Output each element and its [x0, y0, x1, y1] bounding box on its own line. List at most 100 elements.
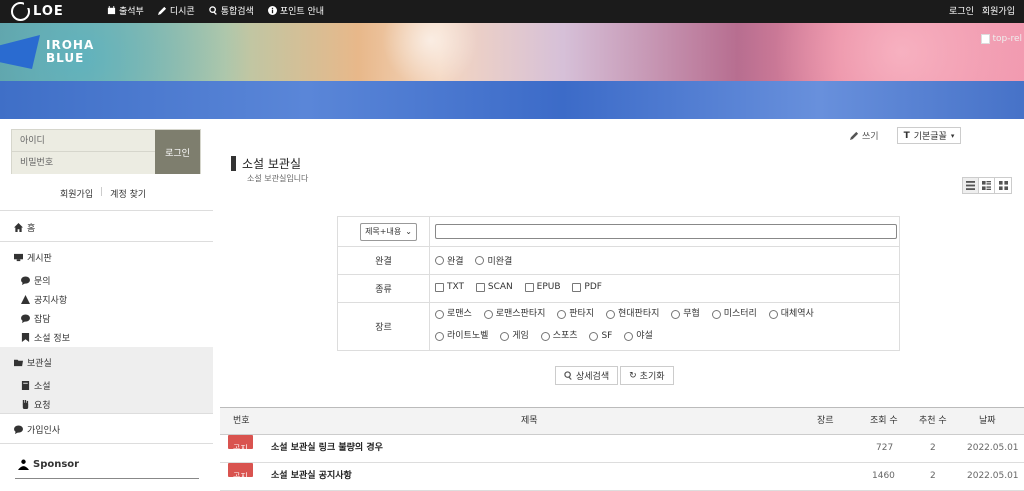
sidebar-item-novel-info[interactable]: 소설 정보	[21, 331, 70, 344]
table-row[interactable]: 공지 소설 보관실 링크 불량의 경우 727 2 2022.05.01	[220, 435, 1024, 463]
detailed-search-form: 제목+내용 ⌄ 완결 완결 미완결 종류 TXT SCAN EPUB PDF 장…	[337, 216, 900, 351]
sidebar-item-inquiry[interactable]: 문의	[21, 274, 51, 287]
sponsor-heading: Sponsor	[18, 459, 79, 470]
header-banner: IROHA BLUE top-rel	[0, 23, 1024, 119]
genre-radio[interactable]: 현대판타지	[606, 305, 659, 324]
option-label: 게임	[512, 330, 529, 341]
sidebar-item-label: 잡담	[34, 315, 51, 325]
list-view-icon	[966, 181, 975, 190]
option-label: 로맨스	[447, 308, 472, 319]
nav-search-label: 통합검색	[220, 7, 254, 17]
main-content: 쓰기 T 기본글꼴 ▾ 소설 보관실 소설 보관실입니다 제목+내용 ⌄ 완결 …	[213, 119, 1024, 491]
genre-radio[interactable]: 대체역사	[768, 305, 814, 324]
radio-circle	[589, 331, 599, 341]
genre-radio[interactable]: 라이트노벨	[435, 327, 488, 346]
top-account-links: 로그인 회원가입	[949, 4, 1015, 17]
post-title[interactable]: 소설 보관실 공지사항	[271, 463, 352, 490]
sidebar-item-home[interactable]: 홈	[14, 221, 35, 234]
signup-link[interactable]: 회원가입	[982, 4, 1015, 17]
divider	[0, 210, 213, 211]
genre-radio[interactable]: 로맨스	[435, 305, 472, 324]
info-circle-icon	[267, 6, 277, 15]
search-icon	[208, 6, 217, 15]
post-likes: 2	[930, 443, 936, 453]
detailed-search-button[interactable]: 상세검색	[555, 366, 619, 385]
password-field[interactable]: 비밀번호	[12, 152, 157, 174]
option-label: SF	[601, 330, 613, 341]
type-checkbox-scan[interactable]: SCAN	[475, 282, 513, 292]
post-title[interactable]: 소설 보관실 링크 불량의 경우	[271, 435, 383, 462]
join-link[interactable]: 회원가입	[60, 187, 93, 200]
find-account-link[interactable]: 계정 찾기	[110, 187, 146, 200]
option-label: EPUB	[536, 282, 561, 293]
brand-logo[interactable]: IROHA BLUE	[0, 35, 94, 69]
nav-search[interactable]: 통합검색	[208, 4, 254, 17]
genre-radio[interactable]: 로맨스판타지	[483, 305, 546, 324]
option-label: 현대판타지	[618, 308, 660, 319]
site-logo[interactable]: LOE	[11, 1, 64, 21]
option-label: 로맨스판타지	[495, 308, 546, 319]
sidebar-item-archive[interactable]: 보관실	[14, 356, 52, 369]
radio-circle	[435, 309, 444, 319]
nav-dccon[interactable]: 디시콘	[157, 4, 195, 17]
genre-radio[interactable]: 미스터리	[711, 305, 757, 324]
genre-radio[interactable]: 판타지	[557, 305, 594, 324]
list-view-button[interactable]	[963, 178, 979, 193]
grid-view-icon	[998, 181, 1008, 190]
id-field[interactable]: 아이디	[12, 130, 157, 152]
keyword-input[interactable]	[435, 224, 897, 239]
header-genre: 장르	[817, 416, 834, 426]
post-likes: 2	[930, 471, 936, 481]
sidebar-item-label: 홈	[27, 224, 36, 234]
nav-point-guide[interactable]: 포인트 안내	[267, 4, 324, 17]
pencil-icon	[157, 6, 166, 15]
header-date: 날짜	[979, 416, 996, 426]
font-selector[interactable]: T 기본글꼴 ▾	[896, 127, 962, 144]
radio-circle	[606, 309, 615, 319]
webzine-view-icon	[982, 181, 991, 190]
genre-radio[interactable]: 스포츠	[540, 327, 578, 346]
type-checkbox-pdf[interactable]: PDF	[572, 282, 602, 292]
option-label: 미완결	[487, 256, 513, 267]
login-link[interactable]: 로그인	[949, 4, 974, 17]
page-title-text: 소설 보관실	[242, 157, 302, 171]
logo-mark-icon	[11, 1, 31, 21]
genre-radio[interactable]: SF	[589, 327, 612, 346]
type-checkbox-txt[interactable]: TXT	[435, 282, 464, 292]
divider	[0, 241, 213, 242]
sidebar-item-novel[interactable]: 소설	[21, 379, 51, 392]
sidebar-item-notice[interactable]: 공지사항	[21, 293, 67, 306]
completion-radio-complete[interactable]: 완결	[435, 254, 464, 267]
sidebar-item-request[interactable]: 요청	[21, 398, 51, 411]
board-icon	[14, 253, 23, 262]
font-selector-value: 기본글꼴	[913, 132, 947, 142]
sidebar-item-greeting[interactable]: 가입인사	[14, 423, 60, 436]
reset-button[interactable]: ↻ 초기화	[620, 366, 674, 385]
radio-circle	[624, 331, 634, 341]
book-icon	[21, 381, 30, 390]
sidebar-item-board[interactable]: 게시판	[14, 251, 52, 264]
search-target-select[interactable]: 제목+내용 ⌄	[360, 222, 417, 241]
genre-radio[interactable]: 야설	[624, 327, 653, 346]
webzine-view-button[interactable]	[979, 178, 995, 193]
genre-radio[interactable]: 게임	[500, 327, 529, 346]
gallery-view-button[interactable]	[995, 178, 1011, 193]
banner-artwork	[0, 23, 1024, 81]
option-label: 라이트노벨	[447, 330, 489, 341]
genre-radio[interactable]: 무협	[671, 305, 700, 324]
nav-attendance[interactable]: 출석부	[107, 4, 144, 17]
type-label: 종류	[337, 274, 430, 303]
sidebar-item-chat[interactable]: 잡담	[21, 312, 51, 325]
write-button[interactable]: 쓰기	[850, 129, 879, 142]
account-links: 회원가입 | 계정 찾기	[60, 187, 146, 200]
home-icon	[14, 223, 23, 232]
login-button[interactable]: 로그인	[155, 130, 200, 174]
type-checkbox-epub[interactable]: EPUB	[524, 282, 561, 293]
view-mode-toggle	[962, 177, 1012, 194]
completion-radio-incomplete[interactable]: 미완결	[475, 254, 512, 267]
table-row[interactable]: 공지 소설 보관실 공지사항 1460 2 2022.05.01	[220, 463, 1024, 491]
sidebar-item-label: 소설 정보	[34, 334, 70, 344]
search-icon	[564, 371, 572, 380]
nav-attendance-label: 출석부	[119, 7, 144, 17]
sidebar-item-label: 공지사항	[34, 296, 68, 306]
